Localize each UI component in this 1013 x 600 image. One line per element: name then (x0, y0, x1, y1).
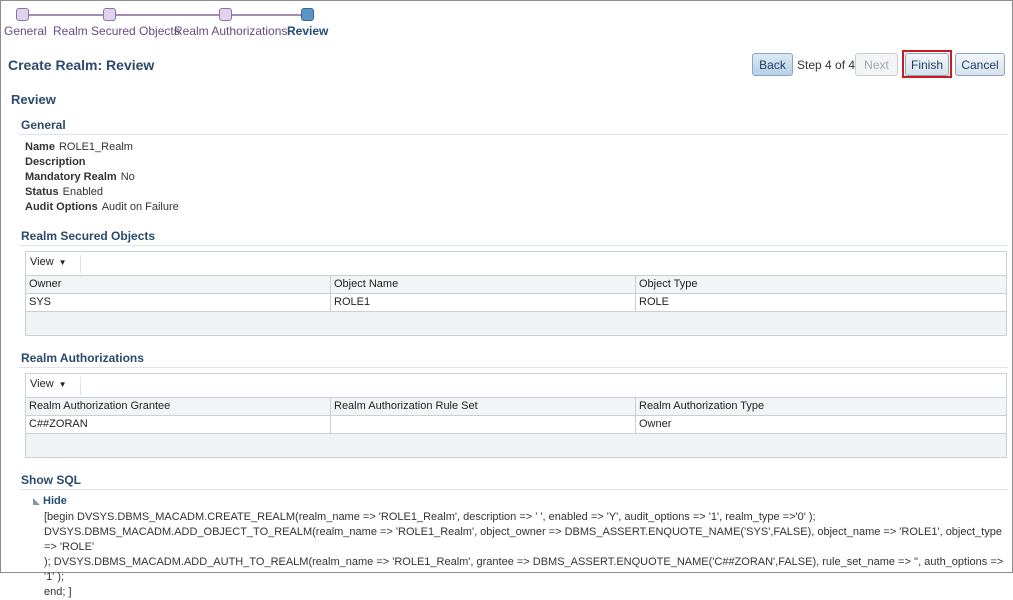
view-menu-label: View (30, 378, 54, 390)
chevron-down-icon: ▼ (58, 257, 67, 267)
column-header-object-name[interactable]: Object Name (331, 276, 636, 293)
secured-objects-view-menu[interactable]: View ▼ (30, 256, 67, 268)
secured-objects-divider (19, 245, 1008, 246)
authorizations-view-menu[interactable]: View ▼ (30, 378, 67, 390)
field-audit-options-key: Audit Options (25, 201, 98, 213)
field-name: Name ROLE1_Realm (25, 141, 133, 153)
train-stop-review (301, 8, 314, 21)
sql-text: [begin DVSYS.DBMS_MACADM.CREATE_REALM(re… (44, 510, 1006, 600)
table-row[interactable]: C##ZORAN Owner (26, 416, 1006, 434)
review-heading: Review (11, 92, 56, 107)
train-label-review: Review (287, 24, 329, 38)
field-name-value: ROLE1_Realm (58, 141, 133, 153)
train-label-secured-objects[interactable]: Realm Secured Objects (53, 24, 180, 38)
column-header-owner[interactable]: Owner (26, 276, 331, 293)
cell-owner: SYS (26, 294, 331, 311)
table-empty-area (26, 434, 1006, 457)
general-heading: General (21, 118, 66, 132)
cell-auth-type: Owner (639, 418, 672, 430)
field-name-key: Name (25, 141, 55, 153)
cell-grantee: C##ZORAN (26, 416, 331, 433)
field-mandatory-value: No (120, 171, 135, 183)
finish-button[interactable]: Finish (905, 53, 949, 76)
authorizations-table: View ▼ Realm Authorization Grantee Realm… (25, 373, 1007, 458)
show-sql-divider (19, 489, 1008, 490)
field-status-key: Status (25, 186, 59, 198)
cell-object-type: ROLE (639, 296, 669, 308)
field-status: Status Enabled (25, 186, 103, 198)
toolbar-separator (80, 377, 81, 395)
cancel-button[interactable]: Cancel (955, 53, 1005, 76)
train-stop-general[interactable] (16, 8, 29, 21)
sql-line: ); DVSYS.DBMS_MACADM.ADD_AUTH_TO_REALM(r… (44, 556, 1004, 583)
table-empty-area (26, 312, 1006, 335)
chevron-down-icon: ▼ (58, 379, 67, 389)
train-stop-secured-objects[interactable] (103, 8, 116, 21)
field-mandatory-key: Mandatory Realm (25, 171, 117, 183)
column-header-rule-set[interactable]: Realm Authorization Rule Set (331, 398, 636, 415)
authorizations-toolbar: View ▼ (26, 374, 1006, 398)
column-header-object-type[interactable]: Object Type (636, 276, 1006, 293)
table-header-row: Owner Object Name Object Type (26, 276, 1006, 294)
secured-objects-table: View ▼ Owner Object Name Object Type SYS… (25, 251, 1007, 336)
sql-line: [begin DVSYS.DBMS_MACADM.CREATE_REALM(re… (44, 511, 816, 523)
toolbar-separator (80, 255, 81, 273)
next-button[interactable]: Next (855, 53, 898, 76)
table-row[interactable]: SYS ROLE1 ROLE (26, 294, 1006, 312)
field-status-value: Enabled (62, 186, 103, 198)
cell-rule-set (331, 416, 636, 433)
column-header-auth-type[interactable]: Realm Authorization Type (636, 398, 1006, 415)
secured-objects-heading: Realm Secured Objects (21, 229, 156, 243)
step-indicator: Step 4 of 4 (797, 58, 856, 72)
process-train: General Realm Secured Objects Realm Auth… (0, 0, 400, 44)
table-header-row: Realm Authorization Grantee Realm Author… (26, 398, 1006, 416)
cell-object-name: ROLE1 (331, 294, 636, 311)
field-description-key: Description (25, 156, 86, 168)
sql-line: end; ] (44, 586, 72, 598)
field-mandatory: Mandatory Realm No (25, 171, 135, 183)
page-title: Create Realm: Review (8, 57, 155, 73)
view-menu-label: View (30, 256, 54, 268)
hide-sql-toggle[interactable]: Hide (33, 495, 67, 507)
train-label-general[interactable]: General (4, 24, 47, 38)
show-sql-heading: Show SQL (21, 473, 81, 487)
collapse-triangle-icon (33, 497, 40, 505)
authorizations-heading: Realm Authorizations (21, 351, 144, 365)
field-audit-options-value: Audit on Failure (101, 201, 179, 213)
train-line (22, 14, 308, 16)
secured-objects-toolbar: View ▼ (26, 252, 1006, 276)
field-description: Description (25, 156, 90, 168)
sql-line: DVSYS.DBMS_MACADM.ADD_OBJECT_TO_REALM(re… (44, 526, 1002, 553)
back-button[interactable]: Back (752, 53, 793, 76)
column-header-grantee[interactable]: Realm Authorization Grantee (26, 398, 331, 415)
train-label-authorizations[interactable]: Realm Authorizations (174, 24, 287, 38)
authorizations-divider (19, 367, 1008, 368)
general-divider (19, 134, 1008, 135)
field-audit-options: Audit Options Audit on Failure (25, 201, 179, 213)
train-stop-authorizations[interactable] (219, 8, 232, 21)
hide-sql-label: Hide (43, 495, 67, 507)
